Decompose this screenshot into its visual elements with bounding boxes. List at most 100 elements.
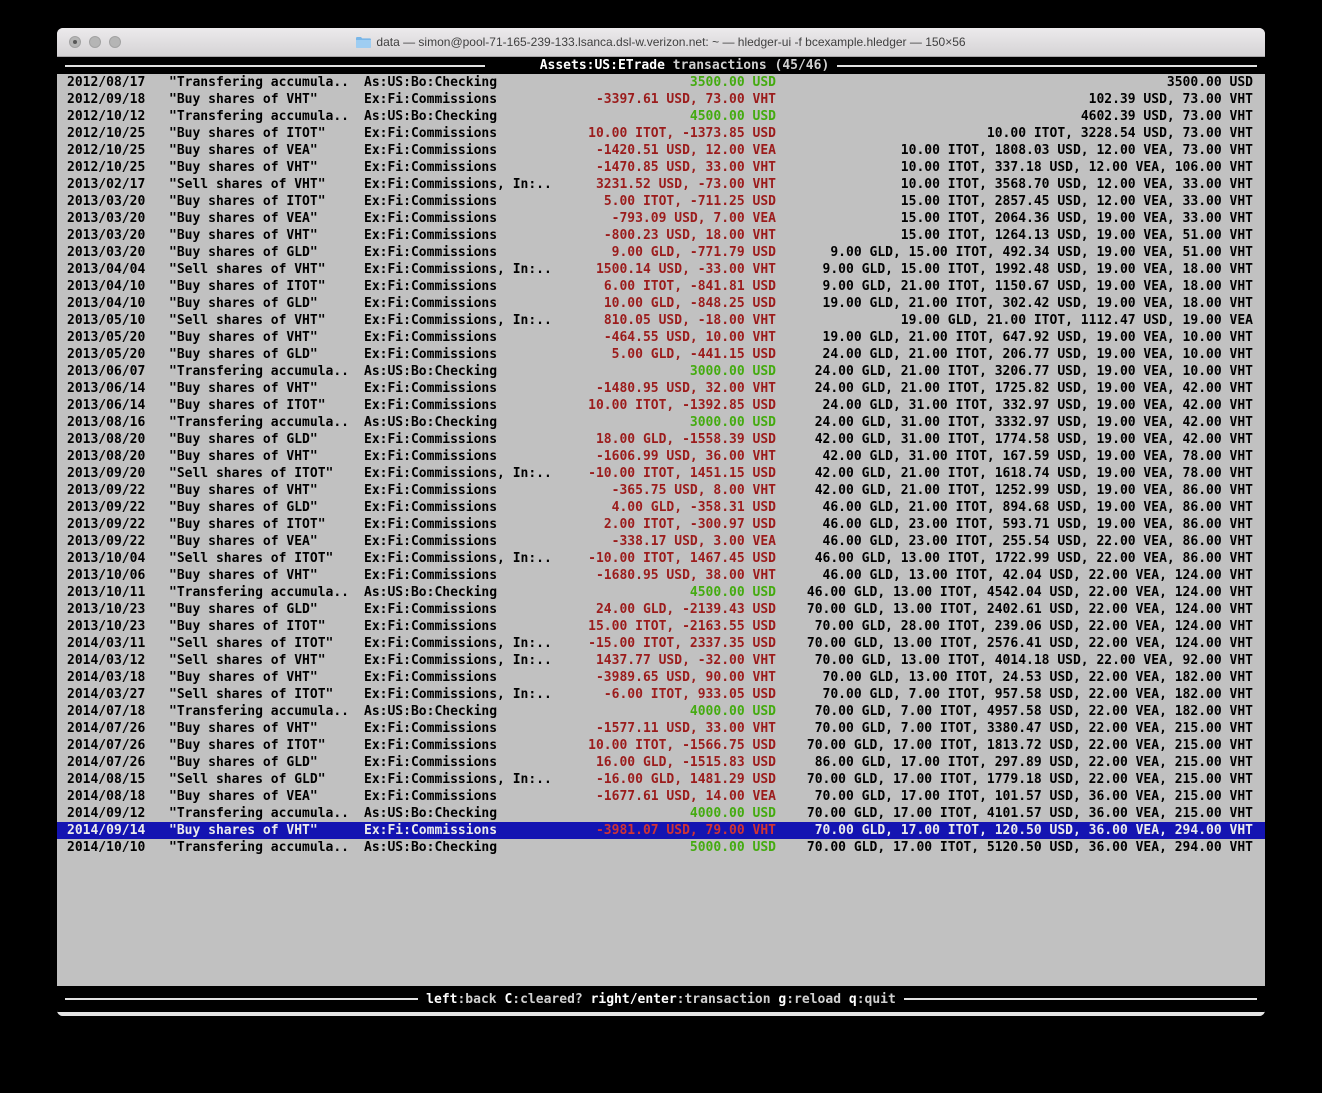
transaction-balance: 70.00 GLD, 17.00 ITOT, 101.57 USD, 36.00… bbox=[776, 788, 1253, 805]
transaction-date: 2013/03/20 bbox=[67, 210, 169, 227]
transaction-balance: 19.00 GLD, 21.00 ITOT, 1112.47 USD, 19.0… bbox=[776, 312, 1253, 329]
transaction-row[interactable]: 2014/08/18 "Buy shares of VEA" Ex:Fi:Com… bbox=[57, 788, 1265, 805]
transaction-row[interactable]: 2014/07/26 "Buy shares of VHT" Ex:Fi:Com… bbox=[57, 720, 1265, 737]
transaction-row[interactable]: 2012/10/25 "Buy shares of ITOT" Ex:Fi:Co… bbox=[57, 125, 1265, 142]
transaction-row-selected[interactable]: 2014/09/14 "Buy shares of VHT" Ex:Fi:Com… bbox=[57, 822, 1265, 839]
transaction-description: "Buy shares of GLD" bbox=[169, 295, 364, 312]
transaction-account: As:US:Bo:Checking bbox=[364, 74, 559, 91]
transaction-row[interactable]: 2014/03/11 "Sell shares of ITOT" Ex:Fi:C… bbox=[57, 635, 1265, 652]
transaction-balance: 70.00 GLD, 13.00 ITOT, 24.53 USD, 22.00 … bbox=[776, 669, 1253, 686]
transaction-date: 2014/07/26 bbox=[67, 754, 169, 771]
transaction-amount: 2.00 ITOT, -300.97 USD bbox=[559, 516, 776, 533]
transaction-row[interactable]: 2014/03/18 "Buy shares of VHT" Ex:Fi:Com… bbox=[57, 669, 1265, 686]
transaction-row[interactable]: 2013/10/06 "Buy shares of VHT" Ex:Fi:Com… bbox=[57, 567, 1265, 584]
transaction-row[interactable]: 2014/07/18 "Transfering accumula.. As:US… bbox=[57, 703, 1265, 720]
transaction-balance: 42.00 GLD, 31.00 ITOT, 167.59 USD, 19.00… bbox=[776, 448, 1253, 465]
transaction-balance: 19.00 GLD, 21.00 ITOT, 302.42 USD, 19.00… bbox=[776, 295, 1253, 312]
transaction-row[interactable]: 2013/04/04 "Sell shares of VHT" Ex:Fi:Co… bbox=[57, 261, 1265, 278]
transaction-row[interactable]: 2013/05/10 "Sell shares of VHT" Ex:Fi:Co… bbox=[57, 312, 1265, 329]
transaction-amount: -3989.65 USD, 90.00 VHT bbox=[559, 669, 776, 686]
transaction-row[interactable]: 2013/10/23 "Buy shares of GLD" Ex:Fi:Com… bbox=[57, 601, 1265, 618]
transaction-description: "Buy shares of GLD" bbox=[169, 754, 364, 771]
transaction-balance: 70.00 GLD, 17.00 ITOT, 1779.18 USD, 22.0… bbox=[776, 771, 1253, 788]
transaction-description: "Buy shares of VHT" bbox=[169, 448, 364, 465]
transaction-row[interactable]: 2014/08/15 "Sell shares of GLD" Ex:Fi:Co… bbox=[57, 771, 1265, 788]
transaction-account: Ex:Fi:Commissions bbox=[364, 822, 559, 839]
transaction-amount: 4500.00 USD bbox=[559, 108, 776, 125]
terminal-window: data — simon@pool-71-165-239-133.lsanca.… bbox=[57, 28, 1265, 1016]
transaction-row[interactable]: 2012/09/18 "Buy shares of VHT" Ex:Fi:Com… bbox=[57, 91, 1265, 108]
transaction-row[interactable]: 2013/04/10 "Buy shares of GLD" Ex:Fi:Com… bbox=[57, 295, 1265, 312]
transaction-row[interactable]: 2013/03/20 "Buy shares of ITOT" Ex:Fi:Co… bbox=[57, 193, 1265, 210]
transaction-description: "Buy shares of VHT" bbox=[169, 380, 364, 397]
transaction-date: 2014/09/12 bbox=[67, 805, 169, 822]
transaction-amount: -1470.85 USD, 33.00 VHT bbox=[559, 159, 776, 176]
close-button[interactable] bbox=[69, 36, 81, 48]
transaction-row[interactable]: 2014/07/26 "Buy shares of ITOT" Ex:Fi:Co… bbox=[57, 737, 1265, 754]
transaction-row[interactable]: 2013/05/20 "Buy shares of VHT" Ex:Fi:Com… bbox=[57, 329, 1265, 346]
transaction-description: "Sell shares of VHT" bbox=[169, 312, 364, 329]
transaction-row[interactable]: 2012/10/25 "Buy shares of VEA" Ex:Fi:Com… bbox=[57, 142, 1265, 159]
transaction-description: "Buy shares of GLD" bbox=[169, 499, 364, 516]
footer-keys: left:back C:cleared? right/enter:transac… bbox=[426, 992, 896, 1007]
transaction-date: 2012/08/17 bbox=[67, 74, 169, 91]
window-titlebar[interactable]: data — simon@pool-71-165-239-133.lsanca.… bbox=[57, 28, 1265, 57]
transaction-date: 2013/04/10 bbox=[67, 295, 169, 312]
transaction-amount: 9.00 GLD, -771.79 USD bbox=[559, 244, 776, 261]
transaction-row[interactable]: 2013/03/20 "Buy shares of VEA" Ex:Fi:Com… bbox=[57, 210, 1265, 227]
transaction-account: Ex:Fi:Commissions bbox=[364, 125, 559, 142]
transaction-row[interactable]: 2013/08/20 "Buy shares of GLD" Ex:Fi:Com… bbox=[57, 431, 1265, 448]
transaction-row[interactable]: 2012/10/12 "Transfering accumula.. As:US… bbox=[57, 108, 1265, 125]
transaction-date: 2013/03/20 bbox=[67, 227, 169, 244]
transaction-row[interactable]: 2013/10/04 "Sell shares of ITOT" Ex:Fi:C… bbox=[57, 550, 1265, 567]
transaction-balance: 9.00 GLD, 15.00 ITOT, 492.34 USD, 19.00 … bbox=[776, 244, 1253, 261]
transaction-date: 2013/10/04 bbox=[67, 550, 169, 567]
transaction-description: "Buy shares of ITOT" bbox=[169, 618, 364, 635]
transaction-description: "Buy shares of VHT" bbox=[169, 567, 364, 584]
transaction-row[interactable]: 2013/09/20 "Sell shares of ITOT" Ex:Fi:C… bbox=[57, 465, 1265, 482]
transaction-row[interactable]: 2012/08/17 "Transfering accumula.. As:US… bbox=[57, 74, 1265, 91]
transaction-list[interactable]: 2012/08/17 "Transfering accumula.. As:US… bbox=[57, 74, 1265, 986]
minimize-button[interactable] bbox=[89, 36, 101, 48]
transaction-amount: 3000.00 USD bbox=[559, 363, 776, 380]
transaction-row[interactable]: 2013/09/22 "Buy shares of VHT" Ex:Fi:Com… bbox=[57, 482, 1265, 499]
transaction-row[interactable]: 2013/06/07 "Transfering accumula.. As:US… bbox=[57, 363, 1265, 380]
transaction-row[interactable]: 2014/09/12 "Transfering accumula.. As:US… bbox=[57, 805, 1265, 822]
transaction-description: "Buy shares of VEA" bbox=[169, 788, 364, 805]
transaction-row[interactable]: 2013/04/10 "Buy shares of ITOT" Ex:Fi:Co… bbox=[57, 278, 1265, 295]
transaction-description: "Sell shares of ITOT" bbox=[169, 465, 364, 482]
transaction-balance: 10.00 ITOT, 3228.54 USD, 73.00 VHT bbox=[776, 125, 1253, 142]
transaction-date: 2014/10/10 bbox=[67, 839, 169, 856]
transaction-account: Ex:Fi:Commissions bbox=[364, 601, 559, 618]
transaction-date: 2012/10/25 bbox=[67, 125, 169, 142]
transaction-row[interactable]: 2013/10/23 "Buy shares of ITOT" Ex:Fi:Co… bbox=[57, 618, 1265, 635]
transaction-row[interactable]: 2013/06/14 "Buy shares of ITOT" Ex:Fi:Co… bbox=[57, 397, 1265, 414]
transaction-date: 2013/09/22 bbox=[67, 482, 169, 499]
transaction-description: "Buy shares of GLD" bbox=[169, 244, 364, 261]
transaction-row[interactable]: 2014/07/26 "Buy shares of GLD" Ex:Fi:Com… bbox=[57, 754, 1265, 771]
transaction-row[interactable]: 2014/03/12 "Sell shares of VHT" Ex:Fi:Co… bbox=[57, 652, 1265, 669]
transaction-row[interactable]: 2013/06/14 "Buy shares of VHT" Ex:Fi:Com… bbox=[57, 380, 1265, 397]
transaction-row[interactable]: 2013/09/22 "Buy shares of VEA" Ex:Fi:Com… bbox=[57, 533, 1265, 550]
transaction-row[interactable]: 2013/09/22 "Buy shares of ITOT" Ex:Fi:Co… bbox=[57, 516, 1265, 533]
transaction-account: Ex:Fi:Commissions, In:.. bbox=[364, 312, 559, 329]
transaction-description: "Buy shares of VHT" bbox=[169, 822, 364, 839]
transaction-account: Ex:Fi:Commissions bbox=[364, 193, 559, 210]
transaction-row[interactable]: 2013/03/20 "Buy shares of GLD" Ex:Fi:Com… bbox=[57, 244, 1265, 261]
transaction-balance: 19.00 GLD, 21.00 ITOT, 647.92 USD, 19.00… bbox=[776, 329, 1253, 346]
transaction-row[interactable]: 2013/10/11 "Transfering accumula.. As:US… bbox=[57, 584, 1265, 601]
transaction-row[interactable]: 2013/08/20 "Buy shares of VHT" Ex:Fi:Com… bbox=[57, 448, 1265, 465]
transaction-row[interactable]: 2013/05/20 "Buy shares of GLD" Ex:Fi:Com… bbox=[57, 346, 1265, 363]
transaction-row[interactable]: 2014/10/10 "Transfering accumula.. As:US… bbox=[57, 839, 1265, 856]
transaction-row[interactable]: 2013/09/22 "Buy shares of GLD" Ex:Fi:Com… bbox=[57, 499, 1265, 516]
transaction-amount: 16.00 GLD, -1515.83 USD bbox=[559, 754, 776, 771]
transaction-row[interactable]: 2013/08/16 "Transfering accumula.. As:US… bbox=[57, 414, 1265, 431]
transaction-balance: 102.39 USD, 73.00 VHT bbox=[776, 91, 1253, 108]
zoom-button[interactable] bbox=[109, 36, 121, 48]
transaction-row[interactable]: 2013/03/20 "Buy shares of VHT" Ex:Fi:Com… bbox=[57, 227, 1265, 244]
transaction-balance: 70.00 GLD, 7.00 ITOT, 3380.47 USD, 22.00… bbox=[776, 720, 1253, 737]
transaction-row[interactable]: 2012/10/25 "Buy shares of VHT" Ex:Fi:Com… bbox=[57, 159, 1265, 176]
transaction-description: "Buy shares of ITOT" bbox=[169, 278, 364, 295]
transaction-row[interactable]: 2013/02/17 "Sell shares of VHT" Ex:Fi:Co… bbox=[57, 176, 1265, 193]
transaction-row[interactable]: 2014/03/27 "Sell shares of ITOT" Ex:Fi:C… bbox=[57, 686, 1265, 703]
